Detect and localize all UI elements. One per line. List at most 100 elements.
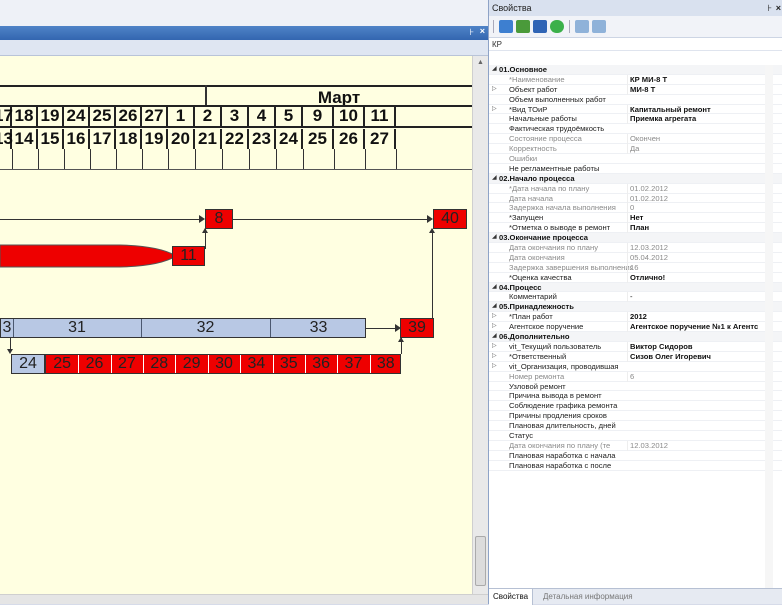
property-row[interactable]: Дата начала 01.02.2012 [489, 193, 782, 204]
property-row[interactable]: Задержка завершения выполнения 16 [489, 262, 782, 273]
property-value[interactable]: 16 [627, 262, 782, 273]
property-row[interactable]: Плановая наработка с начала [489, 451, 782, 461]
property-value[interactable]: Отлично! [627, 272, 782, 283]
property-row[interactable]: Причины продления сроков [489, 411, 782, 422]
scroll-thumb[interactable] [475, 536, 486, 586]
property-value[interactable]: МИ-8 Т [627, 84, 782, 95]
task-bar[interactable]: 40 [433, 209, 467, 229]
property-value[interactable]: 12.03.2012 [627, 243, 782, 253]
property-row[interactable]: Дата окончания по плану 12.03.2012 [489, 243, 782, 253]
property-value[interactable]: Агентское поручение №1 к Агентс [627, 322, 782, 333]
pin-icon[interactable]: ⊦ [767, 0, 772, 16]
property-value[interactable]: 12.03.2012 [627, 440, 782, 451]
horizontal-scrollbar[interactable] [0, 594, 488, 604]
property-category[interactable]: ◢ 03.Окончание процесса [489, 233, 782, 244]
property-row[interactable]: ▷ vit_Текущий пользователь Виктор Сидоров [489, 341, 782, 352]
property-value[interactable]: Нет [627, 213, 782, 224]
property-value[interactable]: 6 [627, 371, 782, 382]
close-icon[interactable]: × [776, 0, 781, 16]
properties-scrollbar[interactable] [765, 65, 773, 588]
property-row[interactable]: Состояние процесса Окончен [489, 134, 782, 145]
vertical-scrollbar[interactable]: ▲ [472, 56, 488, 594]
sort-icon[interactable] [516, 20, 530, 33]
header-line [0, 169, 472, 170]
property-row[interactable]: Дата окончания по плану (те 12.03.2012 [489, 440, 782, 451]
scroll-up-icon[interactable]: ▲ [477, 59, 484, 66]
property-value[interactable]: КР МИ-8 Т [627, 74, 782, 85]
property-row[interactable]: ▷ *План работ 2012 [489, 312, 782, 323]
property-value[interactable]: Виктор Сидоров [627, 341, 782, 352]
property-row[interactable]: Плановая длительность, дней [489, 421, 782, 431]
categorized-icon[interactable] [499, 20, 513, 33]
task-bar[interactable]: 8 [205, 209, 233, 229]
property-row[interactable]: Дата окончания 05.04.2012 [489, 252, 782, 263]
pages-icon[interactable] [575, 20, 589, 33]
property-row[interactable]: ▷ vit_Организация, проводившая [489, 362, 782, 372]
property-row[interactable]: ▷ *Вид ТОиР Капитальный ремонт [489, 104, 782, 115]
property-row[interactable]: Соблюдение графика ремонта [489, 401, 782, 412]
property-value[interactable]: Приемка агрегата [627, 114, 782, 125]
property-value[interactable]: Капитальный ремонт [627, 104, 782, 115]
task-chain[interactable]: 25 26 27 28 29 30 34 35 36 37 38 [45, 354, 401, 374]
property-value[interactable]: Сизов Олег Игоревич [627, 351, 782, 362]
property-row[interactable]: *Дата начала по плану 01.02.2012 [489, 183, 782, 194]
property-row[interactable]: Фактическая трудоёмкость [489, 124, 782, 135]
property-row[interactable]: Задержка начала выполнения 0 [489, 203, 782, 214]
property-category[interactable]: ◢ 05.Принадлежность [489, 302, 782, 313]
property-row[interactable]: *Оценка качества Отлично! [489, 272, 782, 283]
property-value[interactable]: - [627, 292, 782, 303]
property-category[interactable]: ◢ 04.Процесс [489, 282, 782, 293]
property-row[interactable]: Комментарий - [489, 292, 782, 303]
tab-properties[interactable]: Свойства [489, 589, 534, 605]
expand-icon[interactable]: ▷ [492, 362, 502, 372]
tab-details[interactable]: Детальная информация [539, 589, 637, 605]
property-value[interactable]: 2012 [627, 312, 782, 323]
expand-icon[interactable]: ▷ [492, 342, 502, 352]
expand-icon[interactable]: ▷ [492, 322, 502, 332]
category-label: 01.Основное [499, 65, 548, 74]
property-value[interactable]: 05.04.2012 [627, 252, 782, 263]
task-bar[interactable]: 24 [11, 354, 45, 374]
property-row[interactable]: ▷ Объект работ МИ-8 Т [489, 84, 782, 95]
property-row[interactable]: ▷ Агентское поручение Агентское поручение … [489, 322, 782, 333]
task-label: 27 [118, 355, 136, 372]
property-row[interactable]: Не регламентные работы [489, 164, 782, 174]
gantt-canvas[interactable]: Март 171819242526271234591011 1314151617… [0, 56, 472, 594]
property-category[interactable]: ◢ 02.Начало процесса [489, 173, 782, 184]
property-row[interactable]: Объем выполненных работ [489, 95, 782, 105]
property-row[interactable]: Номер ремонта 6 [489, 371, 782, 382]
task-chain[interactable]: 3 31 32 33 [0, 318, 366, 338]
property-row[interactable]: Статус [489, 431, 782, 441]
property-value[interactable]: 01.02.2012 [627, 183, 782, 194]
pin-icon[interactable]: ⊦ [469, 27, 474, 38]
close-icon[interactable]: × [480, 26, 485, 36]
properties-icon[interactable] [592, 20, 606, 33]
task-bar[interactable]: 11 [172, 246, 205, 266]
expand-icon[interactable]: ▷ [492, 352, 502, 362]
property-row[interactable]: *Запущен Нет [489, 213, 782, 224]
property-row[interactable]: Причина вывода в ремонт [489, 391, 782, 402]
property-value[interactable]: План [627, 223, 782, 234]
refresh-icon[interactable] [550, 20, 564, 33]
edit-icon[interactable] [533, 20, 547, 33]
property-value[interactable]: 0 [627, 203, 782, 214]
property-row[interactable]: Узловой ремонт [489, 382, 782, 392]
property-value[interactable]: Да [627, 144, 782, 155]
expand-icon[interactable]: ▷ [492, 85, 502, 95]
property-value[interactable]: 01.02.2012 [627, 193, 782, 204]
property-row[interactable]: *Отметка о выводе в ремонт План [489, 223, 782, 234]
property-row[interactable]: Начальные работы Приемка агрегата [489, 114, 782, 125]
property-category[interactable]: ◢ 06.Дополнительно [489, 332, 782, 342]
expand-icon[interactable]: ▷ [492, 312, 502, 322]
expand-icon[interactable]: ▷ [492, 105, 502, 115]
property-value[interactable]: Окончен [627, 134, 782, 145]
property-row[interactable]: Ошибки [489, 154, 782, 164]
task-bar[interactable]: 39 [400, 318, 434, 338]
property-row[interactable]: Корректность Да [489, 144, 782, 155]
property-row[interactable]: *Наименование КР МИ-8 Т [489, 74, 782, 85]
property-row[interactable]: Плановая наработка с после [489, 461, 782, 471]
property-row[interactable]: ▷ *Ответственный Сизов Олег Игоревич [489, 351, 782, 362]
property-category[interactable]: ◢ 01.Основное [489, 65, 782, 75]
arrow [429, 228, 435, 233]
property-grid[interactable]: ◢ 01.Основное *Наименование КР МИ-8 Т ▷ Объек… [489, 65, 782, 589]
